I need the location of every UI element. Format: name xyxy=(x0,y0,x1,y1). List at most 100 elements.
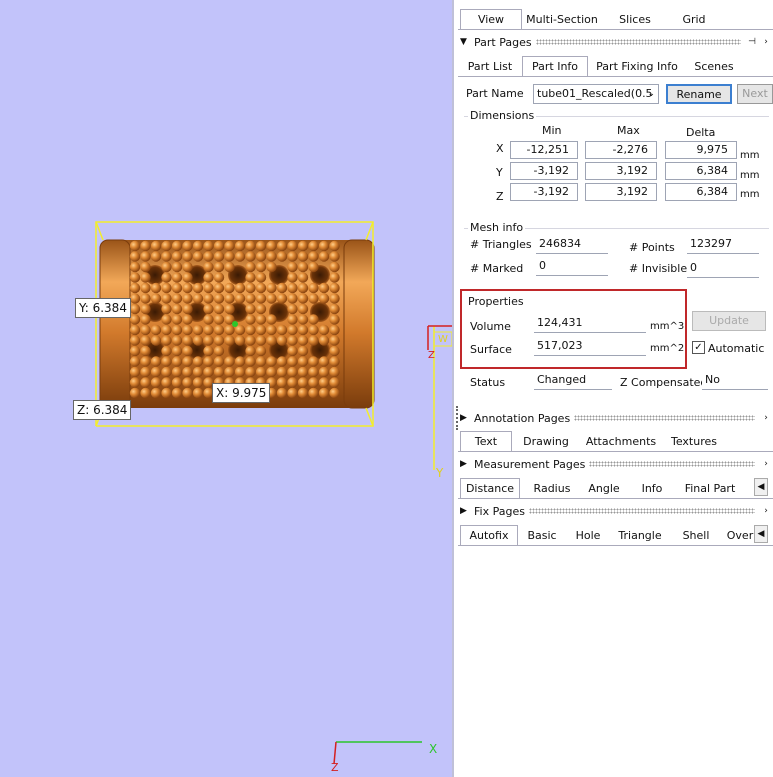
part-name-select[interactable]: tube01_Rescaled(0.5 ⌄ xyxy=(533,84,659,104)
fix-pages-header[interactable]: ▶ Fix Pages › xyxy=(460,503,773,519)
lattice-sphere xyxy=(318,335,330,346)
pin-icon[interactable]: ⊣ xyxy=(745,37,759,47)
tab-multi-section[interactable]: Multi-Section xyxy=(524,10,600,30)
lattice-sphere xyxy=(161,293,172,304)
lattice-sphere xyxy=(245,314,256,325)
update-button[interactable]: Update xyxy=(692,311,766,331)
lattice-sphere xyxy=(203,272,214,283)
dim-y-min: -3,192 xyxy=(510,162,578,180)
lattice-sphere xyxy=(255,335,267,346)
3d-viewport[interactable]: Y: 6.384 Z: 6.384 X: 9.975 Y Z W X Z xyxy=(0,0,452,777)
lattice-sphere xyxy=(276,282,288,294)
lattice-sphere xyxy=(287,314,298,325)
measurement-pages-header[interactable]: ▶ Measurement Pages › xyxy=(460,456,773,472)
tab-part-list[interactable]: Part List xyxy=(464,57,516,77)
lattice-sphere xyxy=(318,356,330,367)
lattice-sphere xyxy=(329,324,340,336)
tab-info[interactable]: Info xyxy=(634,479,670,499)
lattice-sphere xyxy=(140,293,151,304)
lattice-sphere xyxy=(297,314,309,325)
tab-view[interactable]: View xyxy=(460,9,522,29)
lattice-sphere xyxy=(129,377,141,388)
lattice-sphere xyxy=(234,335,246,346)
lattice-sphere xyxy=(161,251,172,262)
lattice-sphere xyxy=(308,387,319,399)
lattice-sphere xyxy=(182,314,193,325)
part-pages-header[interactable]: ▼ Part Pages ⊣ › xyxy=(460,34,773,50)
lattice-sphere xyxy=(308,377,319,388)
header-grip xyxy=(589,461,755,467)
lattice-sphere xyxy=(329,261,340,273)
lattice-sphere xyxy=(318,282,330,294)
tab-attachments[interactable]: Attachments xyxy=(584,432,658,452)
rename-button[interactable]: Rename xyxy=(666,84,732,104)
lattice-sphere xyxy=(308,251,319,262)
lattice-sphere xyxy=(161,387,172,399)
dim-z-unit: mm xyxy=(740,189,760,200)
lattice-sphere xyxy=(129,345,141,357)
tab-distance[interactable]: Distance xyxy=(460,478,520,498)
annotation-pages-header[interactable]: ▶ Annotation Pages › xyxy=(460,410,773,426)
lattice-sphere xyxy=(171,303,183,315)
lattice-sphere xyxy=(171,293,183,304)
tab-part-info[interactable]: Part Info xyxy=(522,56,588,76)
lattice-sphere xyxy=(266,366,277,378)
lattice-sphere xyxy=(255,324,267,336)
scroll-left-icon[interactable]: ◀ xyxy=(754,478,768,496)
lattice-sphere xyxy=(234,251,246,262)
tab-hole[interactable]: Hole xyxy=(572,526,604,546)
tab-text[interactable]: Text xyxy=(460,431,512,451)
lattice-sphere xyxy=(213,324,225,336)
tab-angle[interactable]: Angle xyxy=(584,479,624,499)
lattice-sphere xyxy=(308,356,319,367)
chevron-right-icon[interactable]: › xyxy=(759,506,773,516)
lattice-sphere xyxy=(297,377,309,388)
tab-textures[interactable]: Textures xyxy=(668,432,720,452)
tab-drawing[interactable]: Drawing xyxy=(520,432,572,452)
lattice-sphere xyxy=(150,366,162,378)
scroll-left-icon[interactable]: ◀ xyxy=(754,525,768,543)
lattice-sphere xyxy=(266,240,277,252)
lattice-sphere xyxy=(182,303,193,315)
tab-part-fixing-info[interactable]: Part Fixing Info xyxy=(594,57,680,77)
lattice-sphere xyxy=(255,240,267,252)
status-value: Changed xyxy=(534,372,612,390)
lattice-sphere xyxy=(182,293,193,304)
fix-pages-title: Fix Pages xyxy=(474,504,525,518)
lattice-sphere xyxy=(276,293,288,304)
lattice-sphere xyxy=(140,251,151,262)
tab-triangle[interactable]: Triangle xyxy=(618,526,662,546)
lattice-sphere xyxy=(224,324,235,336)
lattice-sphere xyxy=(297,324,309,336)
lattice-sphere xyxy=(150,293,162,304)
lattice-sphere xyxy=(161,366,172,378)
center-marker xyxy=(232,321,238,327)
lattice-sphere xyxy=(245,345,256,357)
chevron-right-icon[interactable]: › xyxy=(759,413,773,423)
tab-basic[interactable]: Basic xyxy=(524,526,560,546)
lattice-sphere xyxy=(297,272,309,283)
tab-scenes[interactable]: Scenes xyxy=(692,57,736,77)
tab-grid[interactable]: Grid xyxy=(672,10,716,30)
lattice-sphere xyxy=(161,356,172,367)
chevron-right-icon[interactable]: › xyxy=(759,37,773,47)
lattice-sphere xyxy=(287,293,298,304)
tab-slices[interactable]: Slices xyxy=(610,10,660,30)
lattice-sphere xyxy=(140,345,151,357)
next-button[interactable]: Next xyxy=(737,84,773,104)
invisible-label: # Invisible xyxy=(629,262,688,275)
tab-over[interactable]: Over xyxy=(726,526,754,546)
lattice-sphere xyxy=(276,377,288,388)
tab-radius[interactable]: Radius xyxy=(528,479,576,499)
tab-final-part[interactable]: Final Part xyxy=(680,479,740,499)
lattice-sphere xyxy=(255,356,267,367)
splitter-handle[interactable] xyxy=(454,406,458,430)
tab-shell[interactable]: Shell xyxy=(680,526,712,546)
tab-autofix[interactable]: Autofix xyxy=(460,525,518,545)
chevron-right-icon[interactable]: › xyxy=(759,459,773,469)
lattice-sphere xyxy=(182,366,193,378)
dim-z-max: 3,192 xyxy=(585,183,657,201)
lattice-sphere xyxy=(213,251,225,262)
lattice-sphere xyxy=(287,272,298,283)
automatic-checkbox[interactable]: ✓ xyxy=(692,341,705,354)
